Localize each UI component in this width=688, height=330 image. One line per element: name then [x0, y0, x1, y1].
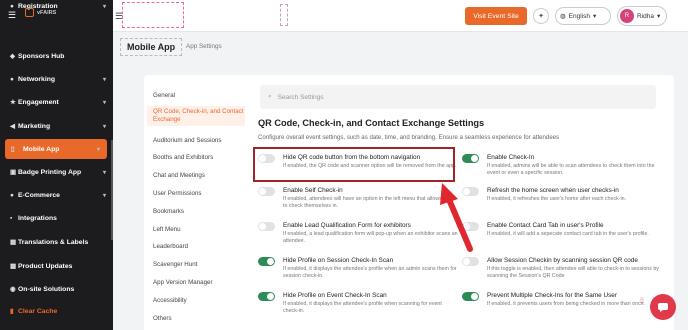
lightbulb-icon[interactable]: ✦ — [533, 8, 549, 24]
handshake-icon: ◆ — [10, 53, 15, 60]
section-title: QR Code, Check-in, and Contact Exchange … — [258, 118, 485, 128]
logo-icon — [25, 8, 34, 17]
badge-icon: ▣ — [10, 169, 17, 176]
sidebar-item-sponsors-hub[interactable]: ◆ Sponsors Hub — [0, 46, 113, 66]
nav-item-accessibility[interactable]: Accessibility — [147, 297, 245, 305]
sidebar: ● Registration ▾ ◆ Sponsors Hub ● Networ… — [0, 0, 113, 330]
star-icon: ★ — [10, 99, 16, 106]
plug-icon: ▪ — [10, 214, 13, 222]
settings-search[interactable]: ⌕ Search Settings — [260, 85, 656, 109]
chevron-down-icon: ▾ — [103, 99, 107, 106]
toggle-switch[interactable] — [258, 292, 275, 301]
people-icon: ● — [10, 75, 14, 83]
megaphone-icon: ◀ — [10, 123, 15, 130]
sidebar-item-networking[interactable]: ● Networking ▾ — [0, 69, 113, 89]
toggle-switch[interactable] — [462, 154, 479, 163]
sidebar-item-product-updates[interactable]: ▩ Product Updates — [0, 256, 113, 276]
translate-icon: ▦ — [10, 239, 17, 246]
chat-bubble-icon[interactable] — [650, 294, 676, 320]
toggle-switch[interactable] — [258, 187, 275, 196]
nav-item-others[interactable]: Others — [147, 315, 245, 323]
nav-item-chat[interactable]: Chat and Meetings — [147, 172, 245, 180]
header-placeholder-marker — [280, 4, 288, 26]
nav-item-user-permissions[interactable]: User Permissions — [147, 190, 245, 198]
nav-item-left-menu[interactable]: Left Menu — [147, 226, 245, 234]
chevron-down-icon: ▾ — [593, 13, 597, 20]
avatar: R — [620, 9, 634, 23]
sidebar-item-engagement[interactable]: ★ Engagement ▾ — [0, 92, 113, 112]
nav-item-booths[interactable]: Booths and Exhibitors — [147, 154, 245, 162]
app-root: ● Registration ▾ ◆ Sponsors Hub ● Networ… — [0, 0, 688, 330]
person-icon: ● — [10, 2, 14, 10]
nav-item-scavenger-hunt[interactable]: Scavenger Hunt — [147, 261, 245, 269]
sidebar-item-translations[interactable]: ▦ Translations & Labels — [0, 232, 113, 252]
toggle-switch[interactable] — [462, 292, 479, 301]
toggle-switch[interactable] — [258, 222, 275, 231]
sidebar-item-badge-printing-app[interactable]: ▣ Badge Printing App ▾ — [0, 162, 113, 182]
globe-icon: ◍ — [560, 13, 566, 20]
toggle-switch[interactable] — [462, 257, 479, 266]
sidebar-item-mobile-app[interactable]: ▯ Mobile App ▾ — [5, 139, 107, 159]
breadcrumb: App Settings — [186, 43, 222, 50]
nav-item-general[interactable]: General — [147, 92, 245, 100]
sidebar-scrollbar[interactable] — [111, 140, 113, 240]
toggle-switch[interactable] — [258, 257, 275, 266]
nav-item-auditorium[interactable]: Auditorium and Sessions — [147, 137, 245, 145]
page-title: Mobile App — [120, 38, 183, 56]
sidebar-item-clear-cache[interactable]: ▮ Clear Cache — [0, 301, 113, 321]
grid-dots-icon: ⁞⁞ — [640, 298, 644, 305]
location-icon: ◉ — [10, 286, 16, 293]
annotation-arrow-icon — [440, 183, 473, 252]
chevron-down-icon: ▾ — [103, 76, 107, 83]
nav-item-qr-code[interactable]: QR Code, Check-in, and Contact Exchange — [147, 106, 245, 126]
sidebar-item-integrations[interactable]: ▪ Integrations — [0, 208, 113, 228]
brand-logo: vFAIRS — [25, 8, 56, 17]
visit-event-site-button[interactable]: Visit Event Site — [465, 7, 527, 25]
search-input[interactable]: Search Settings — [278, 94, 324, 101]
chevron-down-icon: ▾ — [103, 123, 107, 130]
gift-icon: ▩ — [10, 263, 17, 270]
nav-item-leaderboard[interactable]: Leaderboard — [147, 243, 245, 251]
search-icon: ⌕ — [268, 93, 272, 100]
header-placeholder-box — [122, 2, 184, 28]
sidebar-item-on-site-solutions[interactable]: ◉ On-site Solutions — [0, 279, 113, 299]
cart-icon: ● — [10, 191, 14, 199]
sidebar-item-e-commerce[interactable]: ● E-Commerce ▾ — [0, 185, 113, 205]
phone-icon: ▯ — [11, 146, 15, 153]
chevron-down-icon: ▾ — [656, 13, 661, 20]
nav-item-app-version[interactable]: App Version Manager — [147, 279, 245, 287]
nav-item-bookmarks[interactable]: Bookmarks — [147, 208, 245, 216]
language-selector[interactable]: ◍ English ▾ — [555, 7, 611, 25]
chevron-down-icon: ▾ — [103, 3, 107, 10]
sidebar-item-registration[interactable]: ● Registration ▾ — [0, 0, 113, 16]
user-menu[interactable]: R Ridha ▾ — [617, 6, 667, 26]
chevron-down-icon: ▾ — [97, 146, 101, 153]
sidebar-item-marketing[interactable]: ◀ Marketing ▾ — [0, 116, 113, 136]
highlight-box — [253, 147, 455, 182]
section-description: Configure overall event settings, such a… — [258, 134, 560, 141]
trash-icon: ▮ — [10, 308, 14, 315]
hamburger-icon[interactable]: ☰ — [8, 10, 16, 21]
